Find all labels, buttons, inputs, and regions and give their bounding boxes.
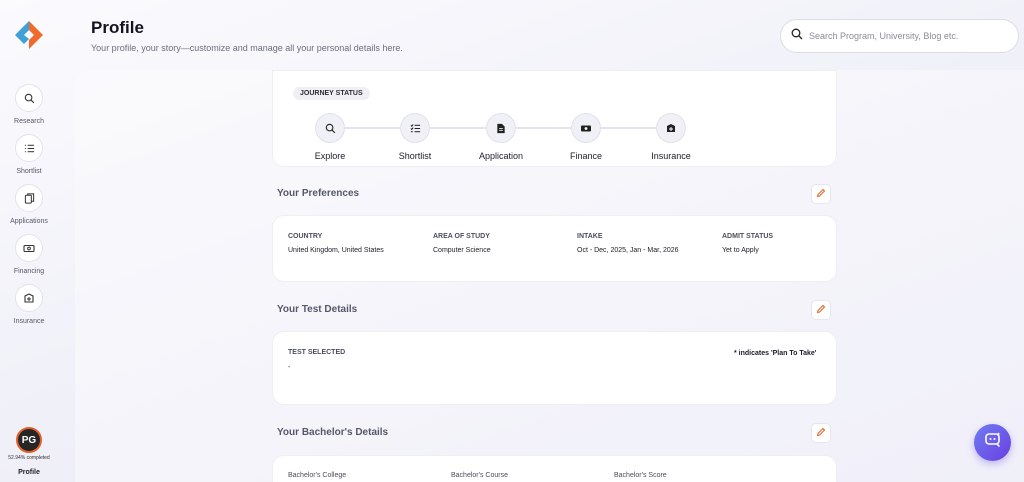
sidebar-item-label: Applications — [10, 218, 48, 225]
search-icon — [791, 27, 803, 45]
sidebar: Research Shortlist Applications Financin… — [0, 0, 58, 482]
avatar[interactable]: PG — [16, 427, 42, 453]
chat-assistant-button[interactable] — [974, 424, 1011, 461]
insurance-icon — [15, 284, 43, 312]
sidebar-item-financing[interactable]: Financing — [0, 234, 58, 275]
sidebar-item-applications[interactable]: Applications — [0, 184, 58, 225]
field-label-test-selected: TEST SELECTED — [288, 349, 346, 356]
search-icon — [15, 84, 43, 112]
journey-step-label: Insurance — [651, 151, 691, 161]
page-subtitle: Your profile, your story—customize and m… — [91, 43, 403, 53]
field-label-country: COUNTRY — [288, 233, 323, 240]
documents-icon — [15, 184, 43, 212]
money-icon — [571, 113, 601, 143]
journey-status-badge: JOURNEY STATUS — [293, 87, 370, 100]
profile-label: Profile — [18, 469, 40, 476]
field-label-area-of-study: AREA OF STUDY — [433, 233, 490, 240]
field-value-test-selected: - — [288, 364, 291, 371]
journey-step-label: Application — [478, 151, 524, 161]
field-label-bachelors-course: Bachelor's Course — [451, 472, 508, 479]
journey-step-shortlist[interactable]: Shortlist — [375, 113, 455, 161]
search-input[interactable] — [809, 31, 1009, 41]
sidebar-item-label: Shortlist — [16, 168, 42, 175]
money-icon — [15, 234, 43, 262]
document-icon — [486, 113, 516, 143]
edit-bachelors-button[interactable] — [811, 423, 831, 443]
profile-completion: 52.94% completed — [8, 455, 50, 461]
insurance-icon — [656, 113, 686, 143]
field-label-bachelors-college: Bachelor's College — [288, 472, 347, 479]
checklist-icon — [400, 113, 430, 143]
field-value-country: United Kingdom, United States — [288, 247, 384, 254]
journey-step-explore[interactable]: Explore — [290, 113, 370, 161]
journey-step-insurance[interactable]: Insurance — [631, 113, 711, 161]
journey-step-label: Finance — [569, 151, 603, 161]
page-title: Profile — [91, 18, 144, 37]
sidebar-item-label: Research — [14, 118, 44, 125]
search-icon — [315, 113, 345, 143]
chat-bot-icon — [984, 431, 1002, 454]
pencil-icon — [816, 424, 826, 442]
edit-preferences-button[interactable] — [811, 184, 831, 204]
bachelors-title: Your Bachelor's Details — [277, 427, 389, 438]
plan-to-take-note: * indicates 'Plan To Take' — [734, 350, 817, 357]
profile-nav[interactable]: PG 52.94% completed Profile — [0, 427, 58, 476]
sidebar-item-label: Financing — [13, 268, 45, 275]
journey-step-label: Explore — [314, 151, 346, 161]
search-bar[interactable] — [780, 19, 1019, 53]
journey-step-finance[interactable]: Finance — [546, 113, 626, 161]
list-icon — [15, 134, 43, 162]
bachelors-card — [272, 455, 837, 482]
field-value-admit-status: Yet to Apply — [722, 247, 759, 254]
journey-step-label: Shortlist — [398, 151, 432, 161]
field-label-admit-status: ADMIT STATUS — [722, 233, 774, 240]
field-value-intake: Oct - Dec, 2025, Jan - Mar, 2026 — [577, 247, 679, 254]
field-label-intake: INTAKE — [577, 233, 603, 240]
journey-step-application[interactable]: Application — [461, 113, 541, 161]
field-label-bachelors-score: Bachelor's Score — [614, 472, 667, 479]
field-value-area-of-study: Computer Science — [433, 247, 491, 254]
sidebar-item-research[interactable]: Research — [0, 84, 58, 125]
pencil-icon — [816, 301, 826, 319]
sidebar-item-shortlist[interactable]: Shortlist — [0, 134, 58, 175]
sidebar-item-insurance[interactable]: Insurance — [0, 284, 58, 325]
edit-test-details-button[interactable] — [811, 300, 831, 320]
pencil-icon — [816, 185, 826, 203]
app-logo[interactable] — [12, 18, 46, 52]
sidebar-item-label: Insurance — [13, 318, 45, 325]
preferences-title: Your Preferences — [277, 188, 360, 199]
test-details-title: Your Test Details — [277, 304, 358, 315]
test-details-card — [272, 331, 837, 405]
